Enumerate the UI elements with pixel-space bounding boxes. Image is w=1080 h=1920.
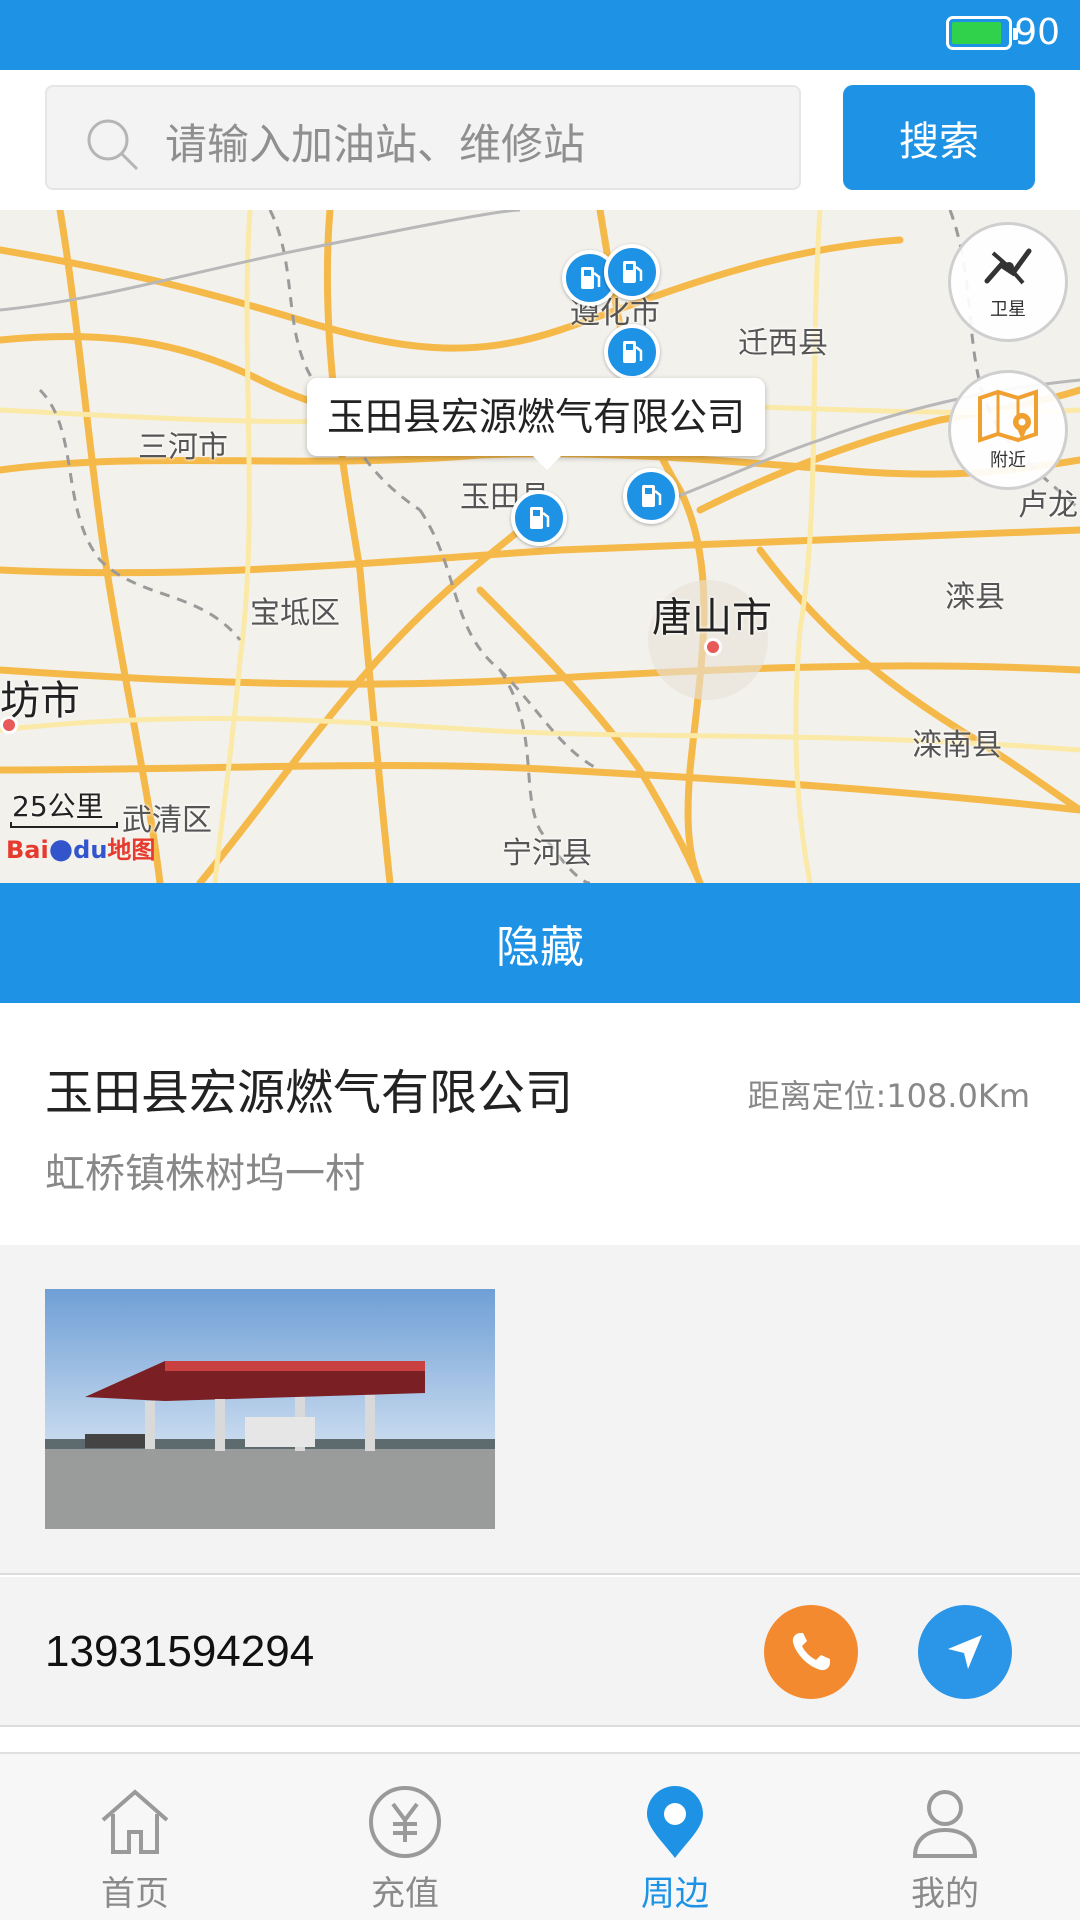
gas-station-marker[interactable] bbox=[623, 468, 679, 524]
user-icon bbox=[912, 1790, 978, 1858]
gas-station-marker[interactable] bbox=[604, 324, 660, 380]
contact-row: 13931594294 bbox=[0, 1577, 1080, 1727]
station-info-card: 玉田县宏源燃气有限公司 距离定位:108.0Km 虹桥镇株树坞一村 bbox=[0, 1003, 1080, 1245]
station-distance: 距离定位:108.0Km bbox=[747, 1077, 1030, 1115]
nearby-label: 附近 bbox=[990, 450, 1026, 471]
fuel-pump-icon bbox=[530, 507, 550, 529]
satellite-button[interactable]: 卫星 bbox=[948, 222, 1068, 342]
home-icon bbox=[101, 1789, 169, 1854]
map-label-qianxi: 迁西县 bbox=[738, 326, 828, 361]
map-scale-bar bbox=[10, 822, 118, 828]
bottom-tab-bar: 首页 充值 周边 我的 bbox=[0, 1752, 1080, 1920]
tab-profile-label: 我的 bbox=[911, 1874, 979, 1914]
status-bar: 90 bbox=[0, 0, 1080, 70]
battery-icon bbox=[946, 16, 1018, 50]
tab-home-label: 首页 bbox=[101, 1874, 169, 1914]
baidu-logo-part2: du bbox=[73, 836, 108, 864]
station-phone: 13931594294 bbox=[45, 1627, 315, 1676]
satellite-label: 卫星 bbox=[990, 299, 1026, 320]
navigate-button[interactable] bbox=[918, 1605, 1012, 1699]
battery-level-fill bbox=[952, 22, 1001, 44]
search-bar: 请输入加油站、维修站 搜索 bbox=[0, 70, 1080, 210]
map-city-dot bbox=[0, 716, 18, 734]
station-address: 虹桥镇株树坞一村 bbox=[45, 1151, 365, 1197]
gas-station-photo bbox=[45, 1289, 495, 1529]
tab-recharge[interactable]: 充值 bbox=[270, 1754, 540, 1920]
station-name: 玉田县宏源燃气有限公司 bbox=[45, 1065, 574, 1121]
gas-station-marker[interactable] bbox=[604, 244, 660, 300]
fuel-pump-icon bbox=[581, 267, 601, 289]
tab-nearby[interactable]: 周边 bbox=[540, 1754, 810, 1920]
map-label-luanxian: 滦县 bbox=[945, 580, 1005, 615]
phone-icon bbox=[792, 1633, 830, 1671]
hide-map-button[interactable]: 隐藏 bbox=[0, 883, 1080, 1003]
map-info-popup[interactable]: 玉田县宏源燃气有限公司 bbox=[307, 378, 766, 470]
nearby-map-icon bbox=[978, 389, 1038, 443]
fuel-pump-icon bbox=[623, 341, 643, 363]
baidu-logo-part3: 地图 bbox=[107, 836, 156, 864]
station-photo[interactable] bbox=[45, 1289, 495, 1529]
call-button[interactable] bbox=[764, 1605, 858, 1699]
map-label-baodi: 宝坻区 bbox=[250, 596, 340, 631]
map-label-sanhe: 三河市 bbox=[138, 430, 228, 465]
map-label-luannan: 滦南县 bbox=[912, 728, 1002, 763]
nearby-button[interactable]: 附近 bbox=[948, 370, 1068, 490]
map-view[interactable]: 遵化市 迁西县 三河市 玉田县 卢龙 宝坻区 唐山市 滦县 坊市 滦南县 武清区… bbox=[0, 210, 1080, 883]
fuel-pump-icon bbox=[642, 485, 662, 507]
baidu-logo-part1: Bai bbox=[6, 836, 49, 864]
station-photo-area bbox=[0, 1245, 1080, 1575]
baidu-paw-icon: ● bbox=[48, 832, 74, 865]
battery-level: 90 bbox=[1014, 12, 1060, 53]
map-scale-label: 25公里 bbox=[12, 790, 104, 823]
map-label-tangshan: 唐山市 bbox=[652, 595, 772, 641]
gas-station-marker[interactable] bbox=[511, 490, 567, 546]
search-input[interactable]: 请输入加油站、维修站 bbox=[45, 85, 801, 190]
fuel-pump-icon bbox=[623, 261, 643, 283]
tab-nearby-label: 周边 bbox=[641, 1874, 709, 1914]
search-button[interactable]: 搜索 bbox=[843, 85, 1035, 190]
location-pin-icon bbox=[647, 1786, 703, 1858]
navigation-arrow-icon bbox=[948, 1635, 982, 1669]
map-roads bbox=[0, 210, 1080, 883]
tab-home[interactable]: 首页 bbox=[0, 1754, 270, 1920]
satellite-icon bbox=[984, 248, 1032, 285]
yuan-icon bbox=[369, 1786, 441, 1858]
baidu-map-logo: Bai●du地图 bbox=[6, 830, 155, 880]
map-label-ninghe: 宁河县 bbox=[502, 836, 592, 871]
search-icon bbox=[87, 119, 139, 171]
tab-profile[interactable]: 我的 bbox=[810, 1754, 1080, 1920]
map-city-dot bbox=[704, 638, 722, 656]
search-placeholder: 请输入加油站、维修站 bbox=[165, 120, 586, 169]
tab-recharge-label: 充值 bbox=[371, 1874, 439, 1914]
